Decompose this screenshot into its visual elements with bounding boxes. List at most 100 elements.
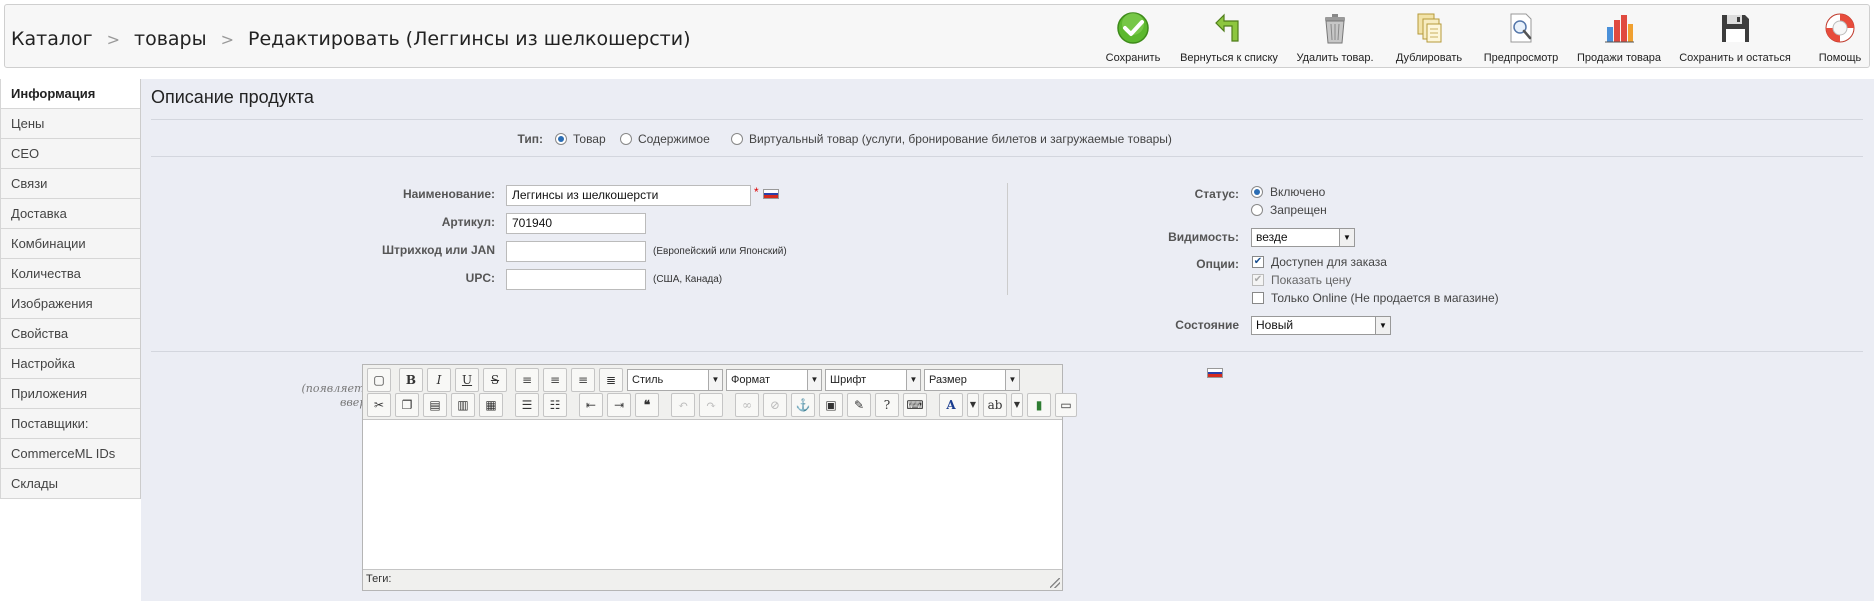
save-and-stay-button[interactable]: Сохранить и остаться (1679, 11, 1791, 64)
redo-icon[interactable]: ↷ (699, 393, 723, 417)
indent-icon[interactable]: ⇥ (607, 393, 631, 417)
tab-suppliers[interactable]: Поставщики: (0, 409, 140, 439)
type-radio-virtual[interactable] (731, 133, 743, 145)
barcode-hint: (Европейский или Японский) (653, 246, 787, 257)
undo-icon[interactable]: ↶ (671, 393, 695, 417)
tab-warehouses[interactable]: Склады (0, 469, 140, 499)
tab-prices[interactable]: Цены (0, 109, 140, 139)
barcode-input[interactable] (506, 241, 646, 262)
type-radio-content[interactable] (620, 133, 632, 145)
help-button[interactable]: Помощь (1810, 11, 1870, 64)
tab-features[interactable]: Свойства (0, 319, 140, 349)
image-icon[interactable]: ▣ (819, 393, 843, 417)
underline-button[interactable]: U (455, 368, 479, 392)
chevron-down-icon[interactable]: ▼ (1011, 393, 1023, 417)
type-radio-product[interactable] (555, 133, 567, 145)
chevron-down-icon: ▼ (708, 370, 722, 390)
strikethrough-button[interactable]: S (483, 368, 507, 392)
delete-product-button[interactable]: Удалить товар. (1296, 11, 1374, 64)
tab-information[interactable]: Информация (0, 79, 140, 109)
type-option-content: Содержимое (638, 132, 710, 146)
available-for-order-checkbox[interactable]: ✔ (1252, 256, 1264, 268)
page-header: Каталог > товары > Редактировать (Леггинсы и… (4, 4, 1870, 68)
preview-button[interactable]: Предпросмотр (1484, 11, 1558, 64)
cut-icon[interactable]: ✂ (367, 393, 391, 417)
anchor-icon[interactable]: ⚓ (791, 393, 815, 417)
status-radio-enabled[interactable] (1251, 186, 1263, 198)
lifebuoy-icon (1823, 11, 1857, 45)
bold-button[interactable]: B (399, 368, 423, 392)
tab-seo[interactable]: СЕО (0, 139, 140, 169)
divider (151, 351, 1863, 352)
required-mark: * (754, 185, 759, 199)
duplicate-icon (1412, 11, 1446, 45)
chevron-down-icon: ▼ (807, 370, 821, 390)
save-button[interactable]: Сохранить (1103, 11, 1163, 64)
tab-attachments[interactable]: Приложения (0, 379, 140, 409)
help-icon[interactable]: ? (875, 393, 899, 417)
breadcrumb-products[interactable]: товары (134, 28, 207, 50)
editor-status-bar: Теги: (366, 573, 392, 585)
italic-button[interactable]: I (427, 368, 451, 392)
status-label: Статус: (1194, 187, 1239, 201)
align-right-icon[interactable]: ≡ (571, 368, 595, 392)
editor-content-area[interactable] (363, 419, 1062, 570)
align-center-icon[interactable]: ≡ (543, 368, 567, 392)
duplicate-button[interactable]: Дублировать (1396, 11, 1462, 64)
style-select[interactable]: Стиль ▼ (627, 369, 723, 391)
upc-input[interactable] (506, 269, 646, 290)
size-select[interactable]: Размер ▼ (924, 369, 1020, 391)
align-justify-icon[interactable]: ≣ (599, 368, 623, 392)
html-source-icon[interactable]: ⌨ (903, 393, 927, 417)
format-select[interactable]: Формат ▼ (726, 369, 822, 391)
language-flag-icon[interactable] (763, 189, 779, 199)
condition-select[interactable]: Новый ▼ (1251, 316, 1391, 335)
blockquote-icon[interactable]: ❝ (635, 393, 659, 417)
text-color-icon[interactable]: A (939, 393, 963, 417)
online-only-label: Только Online (Не продается в магазине) (1271, 291, 1499, 305)
name-input[interactable]: Леггинсы из шелкошерсти (506, 185, 751, 206)
numbered-list-icon[interactable]: ☷ (543, 393, 567, 417)
chevron-down-icon[interactable]: ▼ (967, 393, 979, 417)
cleanup-icon[interactable]: ✎ (847, 393, 871, 417)
link-icon[interactable]: ∞ (735, 393, 759, 417)
resize-grip-icon[interactable] (1050, 578, 1060, 588)
tab-quantities[interactable]: Количества (0, 259, 140, 289)
tab-combinations[interactable]: Комбинации (0, 229, 140, 259)
tab-associations[interactable]: Связи (0, 169, 140, 199)
language-flag-icon[interactable] (1207, 368, 1223, 378)
new-document-icon[interactable]: ▢ (367, 368, 391, 392)
tab-commerceml-ids[interactable]: CommerceML IDs (0, 439, 140, 469)
article-input[interactable]: 701940 (506, 213, 646, 234)
visibility-select[interactable]: везде ▼ (1251, 228, 1355, 247)
template-icon[interactable]: ▭ (1055, 393, 1077, 417)
article-label: Артикул: (441, 215, 495, 229)
paste-word-icon[interactable]: ▦ (479, 393, 503, 417)
align-left-icon[interactable]: ≡ (515, 368, 539, 392)
tab-shipping[interactable]: Доставка (0, 199, 140, 229)
status-option-disabled: Запрещен (1270, 203, 1327, 217)
status-radio-disabled[interactable] (1251, 204, 1263, 216)
paste-text-icon[interactable]: ▥ (451, 393, 475, 417)
bullet-list-icon[interactable]: ☰ (515, 393, 539, 417)
online-only-checkbox[interactable] (1252, 292, 1264, 304)
tab-images[interactable]: Изображения (0, 289, 140, 319)
breadcrumb-separator-icon: > (220, 30, 235, 49)
tab-customization[interactable]: Настройка (0, 349, 140, 379)
chevron-down-icon: ▼ (1005, 370, 1019, 390)
media-icon[interactable]: ▮ (1027, 393, 1051, 417)
breadcrumb-catalog[interactable]: Каталог (11, 28, 93, 50)
show-price-checkbox: ✔ (1252, 274, 1264, 286)
back-to-list-button[interactable]: Вернуться к списку (1180, 11, 1278, 64)
background-color-icon[interactable]: ab (983, 393, 1007, 417)
breadcrumb-separator-icon: > (106, 30, 121, 49)
copy-icon[interactable]: ❐ (395, 393, 419, 417)
product-sales-button[interactable]: Продажи товара (1577, 11, 1661, 64)
name-label: Наименование: (402, 187, 495, 201)
unlink-icon[interactable]: ⊘ (763, 393, 787, 417)
font-select[interactable]: Шрифт ▼ (825, 369, 921, 391)
upc-label: UPC: (465, 271, 495, 285)
condition-label: Состояние (1175, 318, 1239, 332)
outdent-icon[interactable]: ⇤ (579, 393, 603, 417)
paste-icon[interactable]: ▤ (423, 393, 447, 417)
